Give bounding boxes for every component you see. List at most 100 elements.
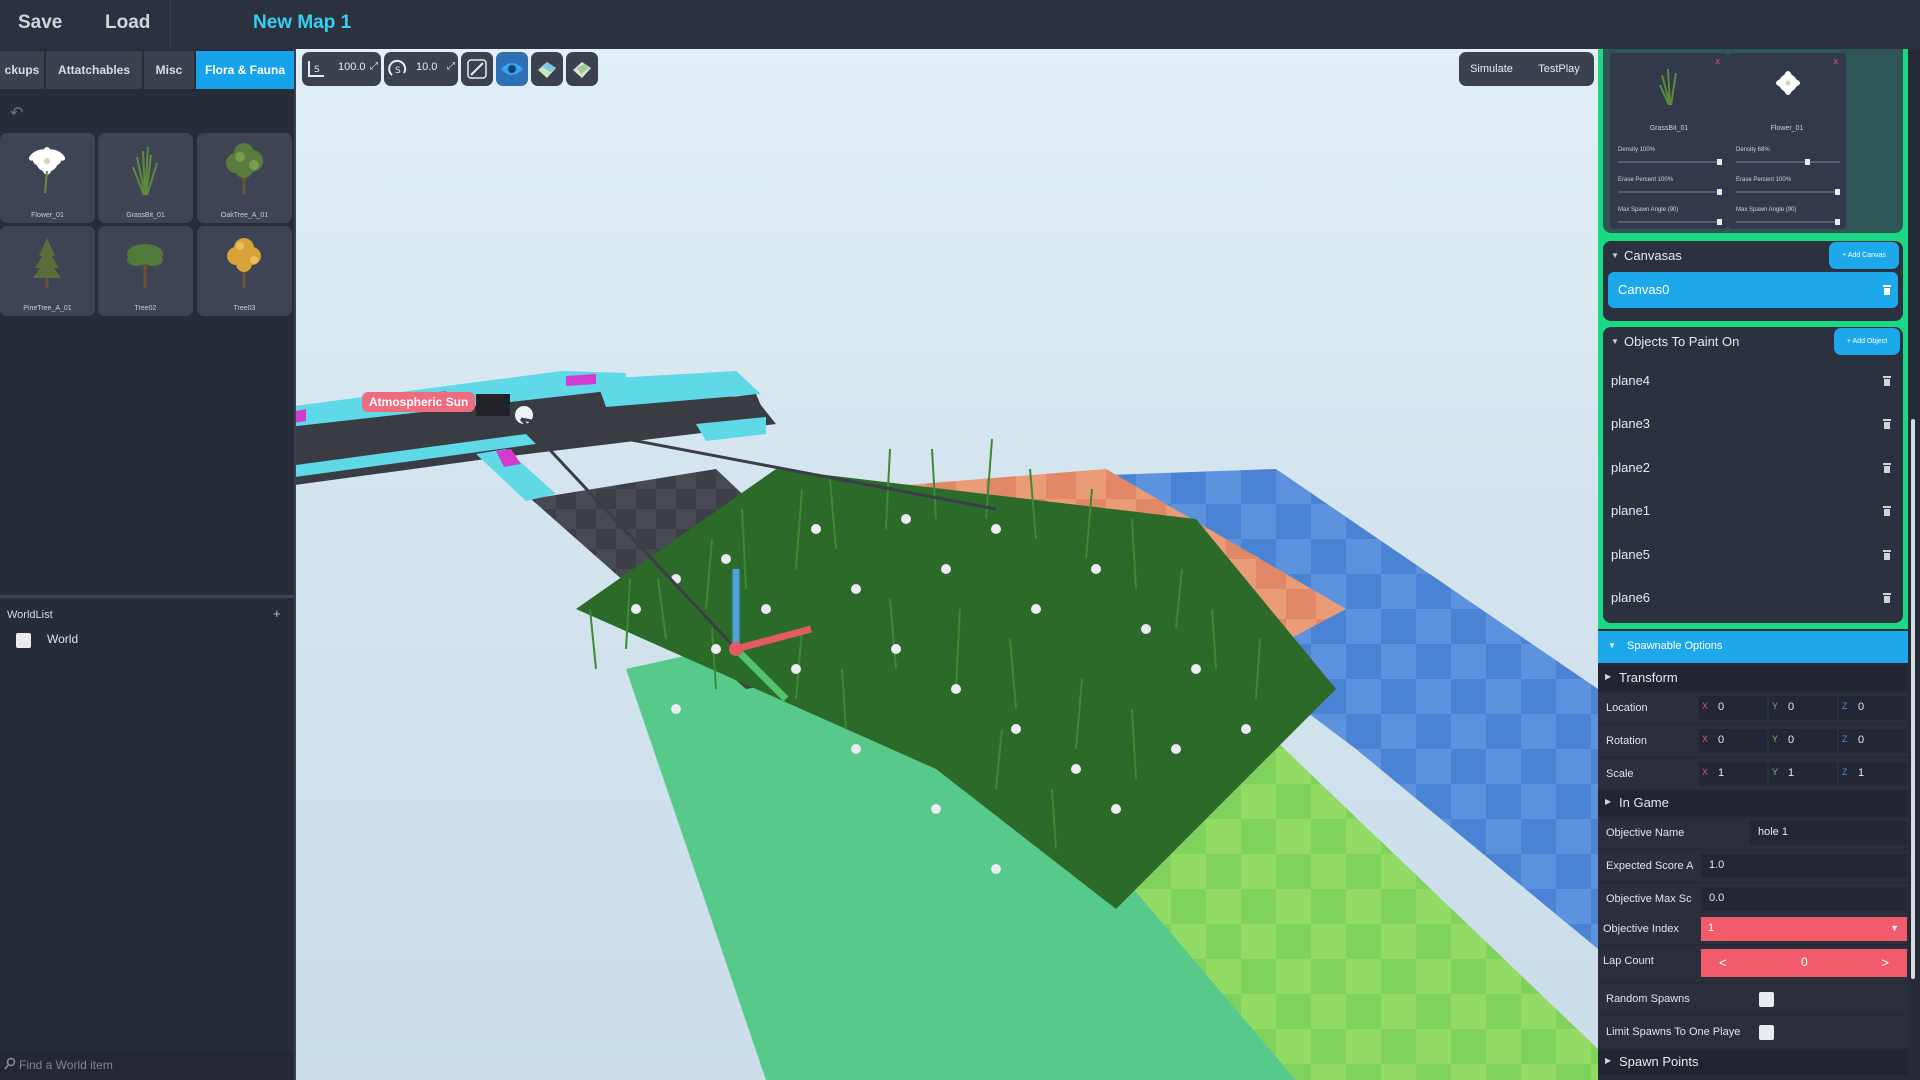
paint-object-item[interactable]: plane2: [1605, 450, 1901, 486]
grass-icon: [1659, 68, 1677, 106]
world-search-input[interactable]: [19, 1050, 289, 1080]
expected-score-field[interactable]: 1.0: [1701, 854, 1907, 878]
asset-oaktree[interactable]: OakTree_A_01: [197, 133, 292, 223]
lap-decrement-button[interactable]: <: [1719, 955, 1727, 970]
flower-icon: [1776, 71, 1800, 95]
objects-to-paint-section: ▼ Objects To Paint On + Add Object plane…: [1603, 327, 1903, 623]
add-canvas-button[interactable]: + Add Canvas: [1829, 242, 1899, 269]
asset-tree03[interactable]: Tree03: [197, 226, 292, 316]
atmospheric-sun-label[interactable]: Atmospheric Sun: [362, 392, 476, 412]
transform-group-header[interactable]: ▶ Transform: [1598, 665, 1908, 691]
add-object-button[interactable]: + Add Object: [1834, 328, 1900, 355]
spawn-points-group-header[interactable]: ▶ Spawn Points: [1598, 1049, 1908, 1075]
slider-knob[interactable]: [1717, 219, 1722, 225]
testplay-button[interactable]: TestPlay: [1527, 52, 1591, 86]
eye-icon: [501, 63, 523, 75]
paint-object-item[interactable]: plane6: [1605, 580, 1901, 616]
slider-knob[interactable]: [1835, 219, 1840, 225]
limit-spawns-checkbox[interactable]: [1759, 1025, 1774, 1040]
tree-icon: [127, 244, 163, 288]
density-slider[interactable]: [1736, 159, 1840, 165]
collapse-icon[interactable]: ▼: [1611, 251, 1619, 260]
asset-label: PineTree_A_01: [23, 305, 72, 312]
trash-icon[interactable]: [1883, 376, 1891, 386]
trash-icon[interactable]: [1883, 593, 1891, 603]
trash-icon[interactable]: [1883, 506, 1891, 516]
brush-card-grassbit[interactable]: x GrassBit_01 Density 100% Erase Percent…: [1610, 53, 1728, 229]
lap-increment-button[interactable]: >: [1881, 955, 1889, 970]
erase-percent-slider[interactable]: [1736, 189, 1840, 195]
trash-icon[interactable]: [1883, 550, 1891, 560]
worldlist-item[interactable]: World: [0, 627, 294, 654]
max-spawn-angle-slider[interactable]: [1736, 219, 1840, 225]
tab-pickups[interactable]: ckups: [0, 51, 44, 89]
paint-mode-button[interactable]: [531, 52, 563, 86]
save-button[interactable]: Save: [18, 0, 62, 49]
move-snap-control[interactable]: S 100.0 ⤢: [302, 52, 381, 86]
lap-count-stepper[interactable]: < 0 >: [1701, 949, 1907, 977]
trash-icon[interactable]: [1883, 285, 1891, 295]
in-game-group-header[interactable]: ▶ In Game: [1598, 790, 1908, 816]
rotation-z-field[interactable]: Z0: [1839, 729, 1907, 753]
undo-icon[interactable]: ↶: [10, 103, 23, 123]
asset-pinetree[interactable]: PineTree_A_01: [0, 226, 95, 316]
visibility-toggle-button[interactable]: [496, 52, 528, 86]
world-visibility-checkbox[interactable]: [16, 633, 31, 648]
erase-percent-slider[interactable]: [1618, 189, 1722, 195]
scene-viewport[interactable]: S 100.0 ⤢ S 10.0 ⤢ Simulate TestPlay Atm…: [296, 49, 1598, 1080]
brush-name: GrassBit_01: [1649, 125, 1689, 132]
random-spawns-checkbox[interactable]: [1759, 992, 1774, 1007]
erase-mode-button[interactable]: [566, 52, 598, 86]
objective-name-field[interactable]: hole 1: [1750, 821, 1907, 845]
scale-x-field[interactable]: X1: [1699, 762, 1767, 786]
divider: [170, 0, 171, 49]
asset-flower[interactable]: Flower_01: [0, 133, 95, 223]
collapse-icon[interactable]: ▼: [1611, 337, 1619, 346]
slider-knob[interactable]: [1805, 159, 1810, 165]
location-y-field[interactable]: Y0: [1769, 696, 1837, 720]
rotation-x-field[interactable]: X0: [1699, 729, 1767, 753]
right-panel-scrollbar[interactable]: [1911, 419, 1915, 979]
paint-object-item[interactable]: plane4: [1605, 363, 1901, 399]
max-spawn-angle-label: Max Spawn Angle (90): [1736, 207, 1797, 213]
paint-object-label: plane6: [1611, 590, 1651, 605]
category-tabs: ckups Attatchables Misc Flora & Fauna: [0, 51, 296, 89]
trash-icon[interactable]: [1883, 419, 1891, 429]
slider-knob[interactable]: [1717, 159, 1722, 165]
scale-y-field[interactable]: Y1: [1769, 762, 1837, 786]
scale-z-field[interactable]: Z1: [1839, 762, 1907, 786]
expand-icon: ⤢: [370, 61, 378, 72]
asset-grassbit[interactable]: GrassBit_01: [98, 133, 193, 223]
paint-object-item[interactable]: plane1: [1605, 493, 1901, 529]
trash-icon[interactable]: [1883, 463, 1891, 473]
scale-tool-button[interactable]: [461, 52, 493, 86]
slider-knob[interactable]: [1717, 189, 1722, 195]
slider-knob[interactable]: [1835, 189, 1840, 195]
objective-max-score-field[interactable]: 0.0: [1701, 887, 1907, 911]
canvas-item[interactable]: Canvas0: [1608, 272, 1898, 308]
rotate-snap-control[interactable]: S 10.0 ⤢: [384, 52, 458, 86]
tab-misc[interactable]: Misc: [144, 51, 194, 89]
density-slider[interactable]: [1618, 159, 1722, 165]
canvas-item-label: Canvas0: [1618, 282, 1670, 297]
asset-tree02[interactable]: Tree02: [98, 226, 193, 316]
spawnable-options-header[interactable]: ▼ Spawnable Options: [1598, 631, 1908, 663]
tab-flora-fauna[interactable]: Flora & Fauna: [196, 51, 294, 89]
remove-brush-button[interactable]: x: [1716, 56, 1721, 66]
worldlist-add-button[interactable]: +: [273, 606, 281, 621]
rotation-y-field[interactable]: Y0: [1769, 729, 1837, 753]
location-x-field[interactable]: X0: [1699, 696, 1767, 720]
objective-index-select[interactable]: 1 ▼: [1701, 917, 1907, 941]
search-icon: [4, 1057, 16, 1070]
max-spawn-angle-slider[interactable]: [1618, 219, 1722, 225]
paint-object-item[interactable]: plane5: [1605, 537, 1901, 573]
simulate-button[interactable]: Simulate: [1459, 52, 1524, 86]
tab-attatchables[interactable]: Attatchables: [46, 51, 142, 89]
brush-card-flower[interactable]: x Flower_01 Density 68% Erase Percent 10…: [1728, 53, 1846, 229]
remove-brush-button[interactable]: x: [1834, 56, 1839, 66]
chevron-down-icon: ▼: [1890, 923, 1899, 933]
load-button[interactable]: Load: [105, 0, 150, 49]
paint-object-item[interactable]: plane3: [1605, 406, 1901, 442]
location-z-field[interactable]: Z0: [1839, 696, 1907, 720]
landscape-paint-icon: [538, 62, 556, 78]
